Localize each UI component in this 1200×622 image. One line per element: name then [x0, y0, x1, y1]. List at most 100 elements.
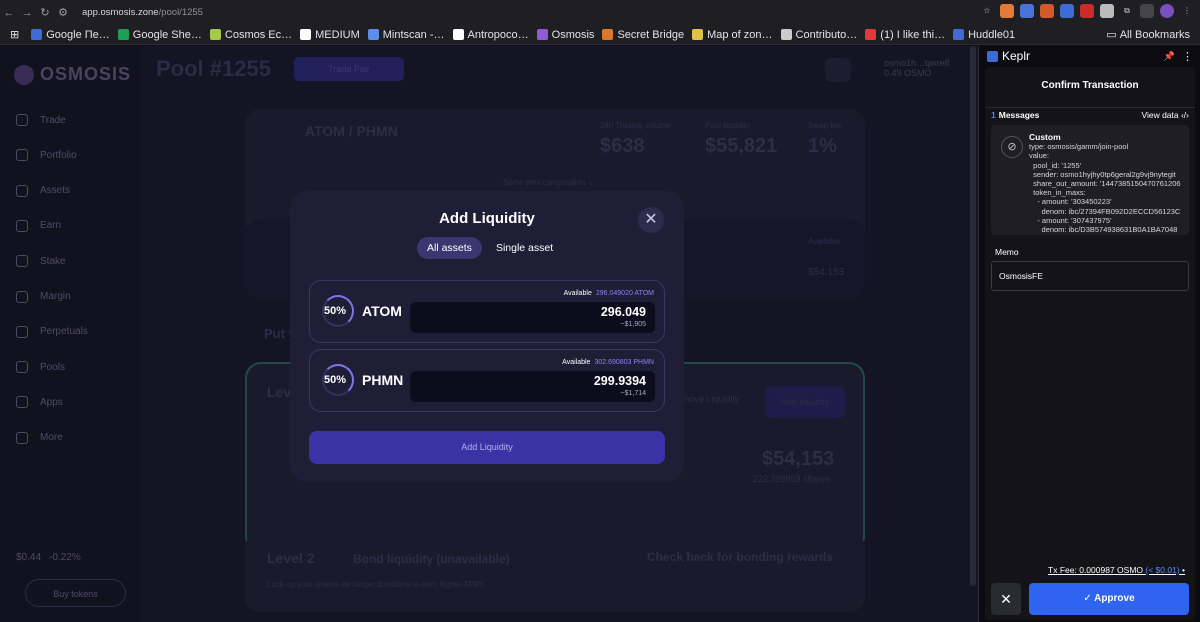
site-info-icon[interactable]: ⚙: [54, 6, 72, 19]
sidebar-item-label: Pools: [40, 361, 66, 373]
reject-button[interactable]: ✕: [991, 583, 1021, 615]
bookmark-label: Map of zon…: [707, 28, 773, 41]
asset-available[interactable]: Available 296.049020 ATOM: [564, 290, 654, 297]
wallet-info[interactable]: osmo1h…qwre8 0.49 OSMO: [862, 58, 950, 78]
sidebar-item-perpetuals[interactable]: Perpetuals: [16, 325, 88, 338]
portfolio-icon: [16, 149, 28, 162]
osmosis-logo[interactable]: OSMOSIS: [14, 64, 131, 85]
page-scrollbar[interactable]: [970, 46, 976, 586]
extension-icon[interactable]: [1080, 4, 1094, 18]
sidebar-item-trade[interactable]: Trade: [16, 114, 66, 126]
forward-icon[interactable]: →: [18, 7, 36, 19]
more-icon: [16, 431, 28, 444]
bookmark-label: Mintscan -…: [382, 28, 445, 41]
pools-icon: [16, 361, 28, 374]
bookmark-favicon-icon: [367, 29, 379, 40]
back-icon[interactable]: ←: [0, 7, 18, 19]
add-liquidity-button[interactable]: Add Liquidity: [309, 431, 665, 464]
pin-icon[interactable]: 📌: [1164, 51, 1175, 62]
all-bookmarks-button[interactable]: ▭ All Bookmarks: [1106, 28, 1190, 42]
bookmark-item[interactable]: Google She…: [117, 28, 202, 41]
sidebar-item-assets[interactable]: Assets: [16, 184, 70, 197]
sidebar-item-earn[interactable]: Earn: [16, 219, 61, 232]
bookmark-item[interactable]: Huddle01: [953, 29, 1015, 41]
bookmark-label: Google She…: [132, 28, 202, 41]
extensions-area: ☆ ⧉ ⋮: [980, 4, 1194, 18]
add-liquidity-bg-button[interactable]: Add liquidity: [765, 386, 845, 418]
apps-icon: [16, 396, 28, 409]
bookmark-item[interactable]: Cosmos Ec…: [209, 28, 293, 41]
sidebar-item-pools[interactable]: Pools: [16, 361, 66, 374]
approve-button[interactable]: ✓ Approve: [1029, 583, 1189, 615]
trade-pair-button[interactable]: Trade Pair: [294, 57, 404, 81]
extension-icon[interactable]: [1040, 4, 1054, 18]
buy-tokens-button[interactable]: Buy tokens: [25, 579, 126, 607]
bookmark-label: Google Пе…: [46, 28, 110, 41]
volume-label: 24h Trading volume: [600, 121, 671, 130]
sidepanel-icon[interactable]: [1140, 4, 1154, 18]
keplr-header: Keplr 📌 ⋮: [979, 46, 1200, 66]
earn-icon: [16, 219, 28, 232]
show-composition-link[interactable]: Show pool composition ⌄: [503, 178, 594, 187]
volume-value: $638: [600, 135, 645, 157]
available-label: Available: [808, 237, 841, 246]
sidebar-item-portfolio[interactable]: Portfolio: [16, 149, 77, 162]
bookmark-item[interactable]: Osmosis: [536, 29, 594, 41]
bookmarks-bar: ⊞ Google Пе… Google She… Cosmos Ec… MEDIUM M…: [0, 25, 1200, 45]
bookmark-label: Huddle01: [968, 28, 1016, 41]
amount-usd: ~$1,905: [620, 321, 647, 328]
trade-icon: [16, 114, 28, 126]
star-icon[interactable]: ☆: [980, 4, 994, 18]
sidebar-item-apps[interactable]: Apps: [16, 396, 63, 409]
sidebar-item-margin[interactable]: Margin: [16, 290, 71, 303]
asset-ratio: 50%: [324, 374, 347, 386]
tx-fee-link[interactable]: Tx Fee: 0.000987 OSMO (< $0.01) •: [1048, 565, 1185, 575]
bookmark-label: Cosmos Ec…: [224, 28, 293, 41]
amount-input[interactable]: 296.049 ~$1,905: [410, 302, 655, 333]
stake-icon: [16, 255, 28, 268]
message-box: ⊘ Custom type: osmosis/gamm/join-pool va…: [991, 125, 1189, 235]
keplr-extension-icon[interactable]: [1060, 4, 1074, 18]
bookmark-item[interactable]: MEDIUM: [300, 29, 360, 41]
remove-liquidity-button[interactable]: move Liquidity: [682, 394, 740, 404]
profile-avatar[interactable]: [1160, 4, 1174, 18]
address-bar[interactable]: app.osmosis.zone/pool/1255: [82, 7, 203, 18]
bookmark-item[interactable]: Contributo…: [780, 29, 857, 41]
custom-message-icon: ⊘: [1001, 136, 1023, 158]
bookmark-item[interactable]: Map of zon…: [692, 28, 773, 41]
amount-input[interactable]: 299.9394 ~$1,714: [410, 371, 655, 402]
asset-available[interactable]: Available 302.690803 PHMN: [562, 359, 654, 366]
bond-title: Bond liquidity (unavailable): [353, 552, 510, 566]
apps-icon[interactable]: ⊞: [10, 28, 19, 41]
tab-all-assets[interactable]: All assets: [417, 237, 482, 259]
view-data-link[interactable]: View data ‹/›: [1141, 110, 1189, 120]
memo-field[interactable]: OsmosisFE: [991, 261, 1189, 291]
bookmark-label: Secret Bridge: [617, 28, 685, 41]
fee-label: Swap fee: [808, 121, 842, 130]
sidebar-item-label: Stake: [40, 255, 66, 267]
bookmark-item[interactable]: Antropoco…: [452, 29, 529, 41]
bookmark-item[interactable]: Google Пе…: [31, 29, 110, 41]
sidebar-item-stake[interactable]: Stake: [16, 255, 66, 268]
bookmark-label: MEDIUM: [315, 28, 360, 41]
bookmark-item[interactable]: Mintscan -…: [367, 28, 445, 41]
amount-value: 296.049: [600, 305, 646, 319]
bookmark-favicon-icon: [31, 29, 43, 40]
puzzle-icon[interactable]: ⧉: [1120, 4, 1134, 18]
balance-shares: 222.328953 shares: [753, 474, 831, 484]
sidebar-item-more[interactable]: More: [16, 431, 63, 444]
sidebar-item-label: Trade: [40, 114, 66, 126]
menu-icon[interactable]: ⋮: [1180, 4, 1194, 18]
tab-single-asset[interactable]: Single asset: [486, 237, 563, 259]
close-icon[interactable]: ✕: [638, 207, 664, 233]
confirm-title: Confirm Transaction: [1041, 80, 1139, 91]
sidebar-item-label: Margin: [40, 291, 71, 302]
more-icon[interactable]: ⋮: [1182, 50, 1193, 63]
extension-icon[interactable]: [1100, 4, 1114, 18]
bookmark-item[interactable]: Secret Bridge: [602, 29, 684, 41]
extension-icon[interactable]: [1020, 4, 1034, 18]
extension-icon[interactable]: [1000, 4, 1014, 18]
reload-icon[interactable]: ↻: [36, 6, 54, 19]
bookmark-item[interactable]: (1) I like thi…: [865, 29, 945, 41]
settings-icon[interactable]: [825, 58, 851, 82]
